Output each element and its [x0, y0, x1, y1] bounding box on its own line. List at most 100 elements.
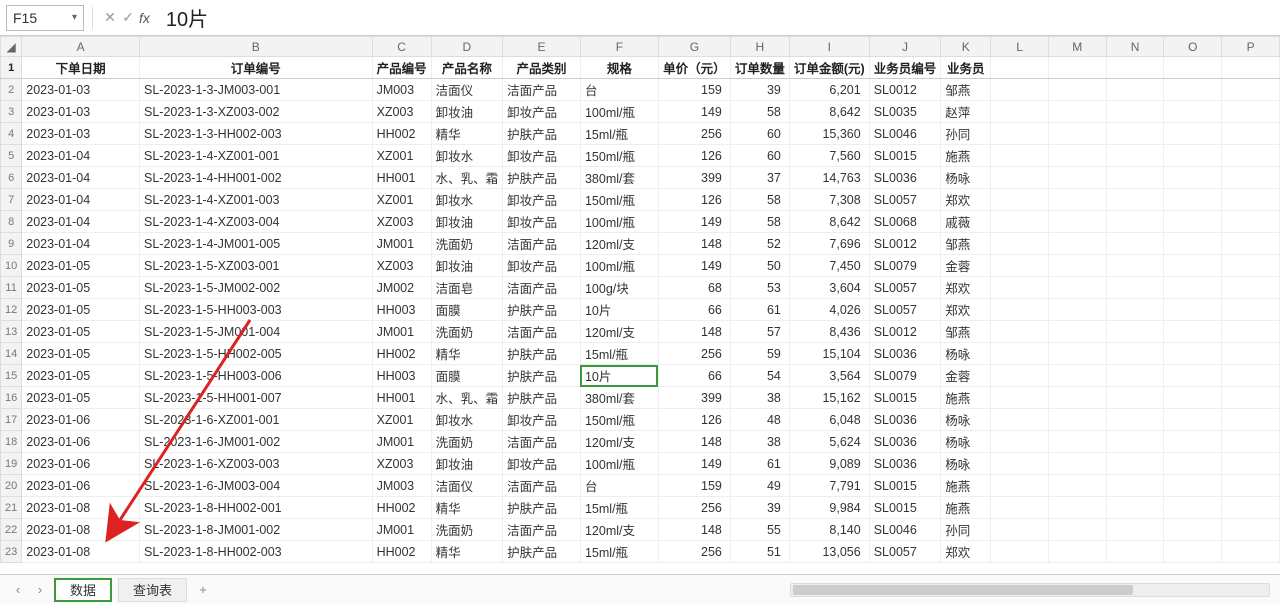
- cell[interactable]: XZ003: [372, 255, 431, 277]
- cell[interactable]: [1222, 233, 1280, 255]
- cell[interactable]: JM001: [372, 321, 431, 343]
- col-header[interactable]: P: [1222, 37, 1280, 57]
- cell[interactable]: [991, 343, 1049, 365]
- header-cell[interactable]: 下单日期: [22, 57, 140, 79]
- cell[interactable]: HH003: [372, 365, 431, 387]
- cell[interactable]: 256: [658, 541, 730, 563]
- cell[interactable]: 卸妆产品: [503, 189, 581, 211]
- row-number[interactable]: 2: [1, 79, 22, 101]
- cell[interactable]: 金蓉: [941, 255, 991, 277]
- row-number[interactable]: 20: [1, 475, 22, 497]
- table-row[interactable]: 142023-01-05SL-2023-1-5-HH002-005HH002精华…: [1, 343, 1280, 365]
- row-number[interactable]: 8: [1, 211, 22, 233]
- cell[interactable]: SL-2023-1-3-XZ003-002: [140, 101, 373, 123]
- col-header[interactable]: G: [658, 37, 730, 57]
- cell[interactable]: SL0036: [869, 343, 941, 365]
- cell[interactable]: HH001: [372, 387, 431, 409]
- cell[interactable]: 13,056: [789, 541, 869, 563]
- cell[interactable]: 149: [658, 453, 730, 475]
- cell[interactable]: XZ003: [372, 453, 431, 475]
- cell[interactable]: 380ml/套: [580, 167, 658, 189]
- cell[interactable]: 148: [658, 519, 730, 541]
- cell[interactable]: 100ml/瓶: [580, 211, 658, 233]
- row-number[interactable]: 6: [1, 167, 22, 189]
- cell[interactable]: [1222, 541, 1280, 563]
- cell[interactable]: SL0036: [869, 167, 941, 189]
- cell[interactable]: 55: [730, 519, 789, 541]
- cell[interactable]: 护肤产品: [503, 167, 581, 189]
- col-header[interactable]: I: [789, 37, 869, 57]
- cell[interactable]: [1048, 387, 1106, 409]
- cell[interactable]: [991, 453, 1049, 475]
- col-header[interactable]: L: [991, 37, 1049, 57]
- cell[interactable]: 38: [730, 431, 789, 453]
- cell[interactable]: [1048, 321, 1106, 343]
- cell[interactable]: [1222, 431, 1280, 453]
- cell[interactable]: SL-2023-1-6-XZ001-001: [140, 409, 373, 431]
- cell[interactable]: [1164, 167, 1222, 189]
- cell[interactable]: [1106, 167, 1164, 189]
- cell[interactable]: [1048, 233, 1106, 255]
- cell[interactable]: JM003: [372, 475, 431, 497]
- cell[interactable]: 7,791: [789, 475, 869, 497]
- cell[interactable]: SL-2023-1-8-HH002-003: [140, 541, 373, 563]
- cell[interactable]: [991, 79, 1049, 101]
- cell[interactable]: SL-2023-1-4-HH001-002: [140, 167, 373, 189]
- sheet-tab-data[interactable]: 数据: [54, 578, 112, 602]
- col-header[interactable]: J: [869, 37, 941, 57]
- cell[interactable]: XZ001: [372, 409, 431, 431]
- table-row[interactable]: 212023-01-08SL-2023-1-8-HH002-001HH002精华…: [1, 497, 1280, 519]
- cell[interactable]: 精华: [431, 497, 503, 519]
- prev-sheet-icon[interactable]: ‹: [10, 582, 26, 597]
- cell[interactable]: [1222, 57, 1280, 79]
- cell[interactable]: XZ001: [372, 145, 431, 167]
- row-number[interactable]: 15: [1, 365, 22, 387]
- table-row[interactable]: 172023-01-06SL-2023-1-6-XZ001-001XZ001卸妆…: [1, 409, 1280, 431]
- cell[interactable]: 150ml/瓶: [580, 145, 658, 167]
- cell[interactable]: [1164, 277, 1222, 299]
- cell[interactable]: 8,642: [789, 101, 869, 123]
- cell[interactable]: 洁面皂: [431, 277, 503, 299]
- cell[interactable]: HH003: [372, 299, 431, 321]
- cell[interactable]: 399: [658, 167, 730, 189]
- cell[interactable]: 150ml/瓶: [580, 409, 658, 431]
- cell[interactable]: 7,308: [789, 189, 869, 211]
- table-row[interactable]: 192023-01-06SL-2023-1-6-XZ003-003XZ003卸妆…: [1, 453, 1280, 475]
- cell[interactable]: 卸妆产品: [503, 145, 581, 167]
- cell[interactable]: 2023-01-05: [22, 255, 140, 277]
- cell[interactable]: 48: [730, 409, 789, 431]
- cell[interactable]: 2023-01-03: [22, 101, 140, 123]
- header-cell[interactable]: 订单金额(元): [789, 57, 869, 79]
- cell[interactable]: 9,984: [789, 497, 869, 519]
- cell[interactable]: SL0015: [869, 497, 941, 519]
- cell[interactable]: 2023-01-05: [22, 277, 140, 299]
- cell[interactable]: HH002: [372, 541, 431, 563]
- cell[interactable]: 7,560: [789, 145, 869, 167]
- cell[interactable]: [1222, 167, 1280, 189]
- cell[interactable]: 2023-01-04: [22, 211, 140, 233]
- cell[interactable]: [991, 321, 1049, 343]
- col-header[interactable]: M: [1048, 37, 1106, 57]
- cell[interactable]: 66: [658, 365, 730, 387]
- cell[interactable]: SL-2023-1-5-HH003-006: [140, 365, 373, 387]
- cell[interactable]: [991, 409, 1049, 431]
- cell[interactable]: SL-2023-1-6-JM001-002: [140, 431, 373, 453]
- cell[interactable]: [1164, 299, 1222, 321]
- cell[interactable]: [1106, 321, 1164, 343]
- cell[interactable]: [1106, 255, 1164, 277]
- cell[interactable]: 60: [730, 145, 789, 167]
- cell[interactable]: [1222, 101, 1280, 123]
- cell[interactable]: 2023-01-05: [22, 387, 140, 409]
- cell[interactable]: [1106, 365, 1164, 387]
- cell[interactable]: [1222, 123, 1280, 145]
- cell[interactable]: 护肤产品: [503, 387, 581, 409]
- cell[interactable]: 2023-01-08: [22, 497, 140, 519]
- cell[interactable]: [1164, 145, 1222, 167]
- cell[interactable]: 15ml/瓶: [580, 343, 658, 365]
- cell[interactable]: 8,642: [789, 211, 869, 233]
- table-row[interactable]: 152023-01-05SL-2023-1-5-HH003-006HH003面膜…: [1, 365, 1280, 387]
- cell[interactable]: 戚薇: [941, 211, 991, 233]
- cell[interactable]: 卸妆产品: [503, 101, 581, 123]
- cell[interactable]: [1222, 321, 1280, 343]
- cell[interactable]: [1048, 475, 1106, 497]
